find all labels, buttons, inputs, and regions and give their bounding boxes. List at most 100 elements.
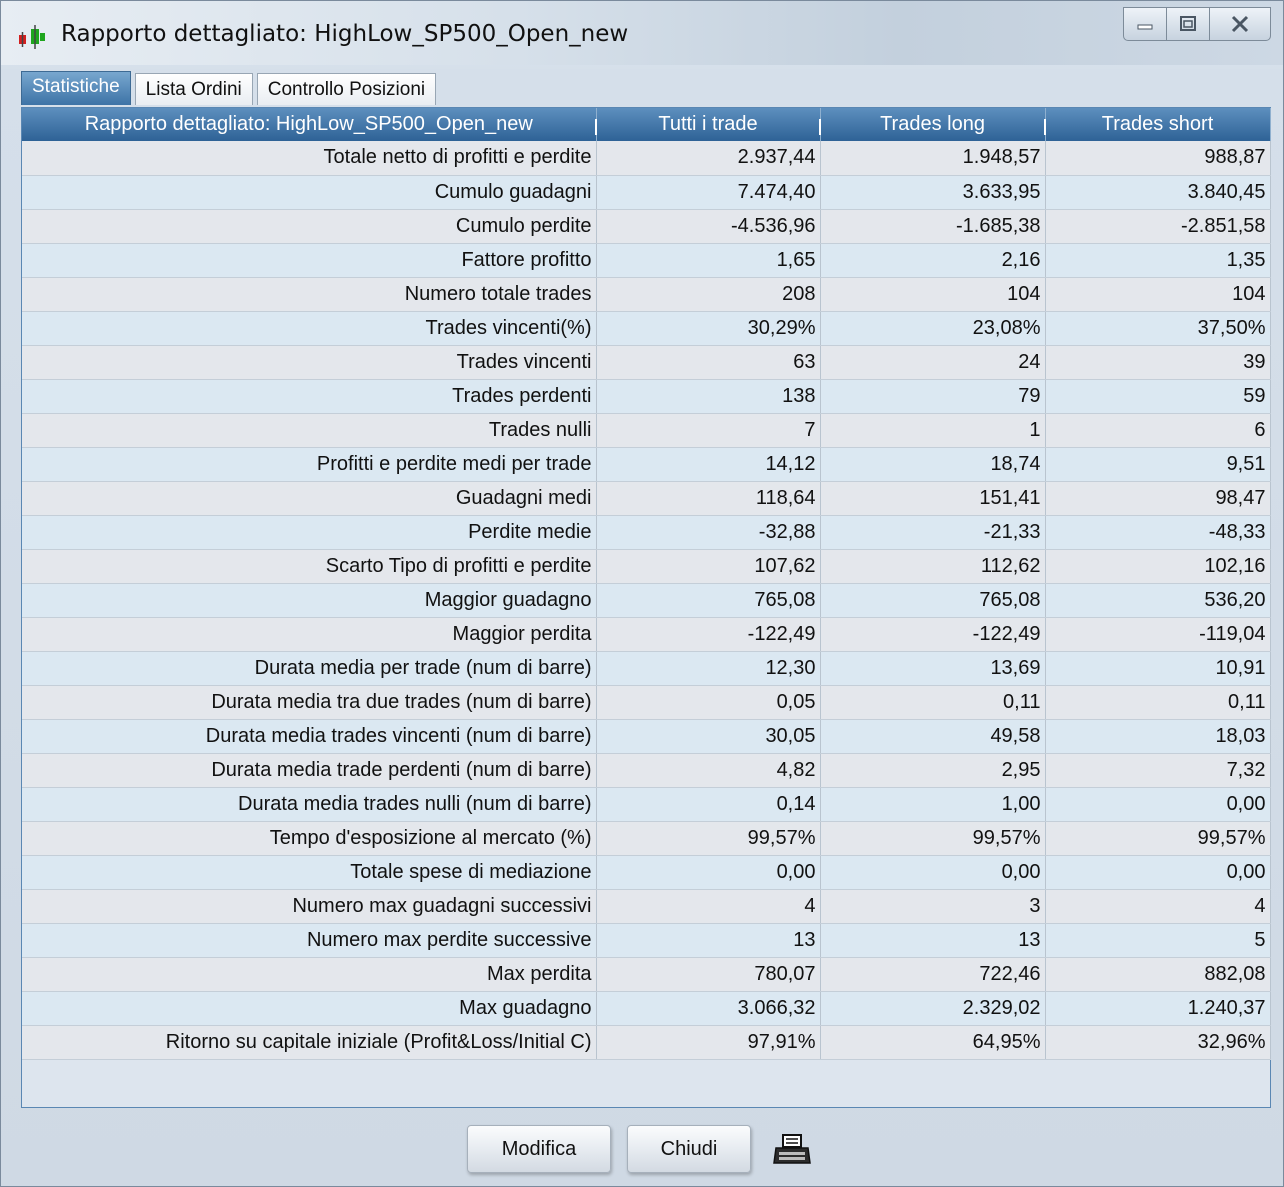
- row-value: 7.474,40: [596, 175, 821, 210]
- row-value: 97,91%: [596, 1025, 821, 1060]
- table-row[interactable]: Durata media trades vincenti (num di bar…: [22, 719, 1271, 754]
- row-value: 98,47: [1045, 481, 1271, 516]
- column-header-all-trades[interactable]: Tutti i trade: [596, 108, 822, 141]
- row-value: -1.685,38: [820, 209, 1046, 244]
- row-value: 151,41: [820, 481, 1046, 516]
- table-row[interactable]: Totale spese di mediazione 0,00 0,00 0,00: [22, 855, 1271, 890]
- row-value: -48,33: [1045, 515, 1271, 550]
- tab-statistiche[interactable]: Statistiche: [21, 71, 131, 105]
- row-label: Trades vincenti(%): [22, 311, 597, 346]
- table-row[interactable]: Scarto Tipo di profitti e perdite 107,62 1…: [22, 549, 1271, 584]
- row-value: 5: [1045, 923, 1271, 958]
- close-button[interactable]: [1209, 7, 1271, 41]
- table-row[interactable]: Totale netto di profitti e perdite 2.937,…: [22, 141, 1271, 176]
- row-value: 12,30: [596, 651, 821, 686]
- row-value: 79: [820, 379, 1046, 414]
- table-row[interactable]: Cumulo guadagni 7.474,40 3.633,95 3.840,45: [22, 175, 1271, 210]
- table-row[interactable]: Numero max guadagni successivi 4 3 4: [22, 889, 1271, 924]
- row-value: 112,62: [820, 549, 1046, 584]
- row-value: 23,08%: [820, 311, 1046, 346]
- column-header-long-trades[interactable]: Trades long: [820, 108, 1047, 141]
- tab-controllo-posizioni[interactable]: Controllo Posizioni: [256, 73, 437, 105]
- row-value: 99,57%: [820, 821, 1046, 856]
- minimize-button[interactable]: [1123, 7, 1167, 41]
- row-value: 9,51: [1045, 447, 1271, 482]
- row-label: Max perdita: [22, 957, 597, 992]
- table-row[interactable]: Durata media trade perdenti (num di barr…: [22, 753, 1271, 788]
- tab-lista-ordini[interactable]: Lista Ordini: [134, 73, 253, 105]
- table-row[interactable]: Trades nulli 7 1 6: [22, 413, 1271, 448]
- window-controls: [1123, 7, 1271, 41]
- printer-icon[interactable]: [773, 1133, 813, 1167]
- row-value: 0,00: [1045, 787, 1271, 822]
- row-label: Durata media trade perdenti (num di barr…: [22, 753, 597, 788]
- row-label: Maggior guadagno: [22, 583, 597, 618]
- row-value: 13,69: [820, 651, 1046, 686]
- table-row[interactable]: Fattore profitto 1,65 2,16 1,35: [22, 243, 1271, 278]
- statistics-table: Rapporto dettagliato: HighLow_SP500_Open…: [22, 108, 1271, 1060]
- row-value: 2,95: [820, 753, 1046, 788]
- table-row[interactable]: Max perdita 780,07 722,46 882,08: [22, 957, 1271, 992]
- column-header-metric[interactable]: Rapporto dettagliato: HighLow_SP500_Open…: [22, 108, 598, 141]
- row-value: 107,62: [596, 549, 821, 584]
- table-row[interactable]: Trades vincenti 63 24 39: [22, 345, 1271, 380]
- row-label: Cumulo perdite: [22, 209, 597, 244]
- row-value: 64,95%: [820, 1025, 1046, 1060]
- row-value: 0,11: [1045, 685, 1271, 720]
- row-value: 99,57%: [596, 821, 821, 856]
- row-value: 1,35: [1045, 243, 1271, 278]
- maximize-button[interactable]: [1166, 7, 1210, 41]
- row-value: 138: [596, 379, 821, 414]
- row-value: 1.948,57: [820, 141, 1046, 176]
- modifica-button[interactable]: Modifica: [467, 1125, 611, 1173]
- row-value: 37,50%: [1045, 311, 1271, 346]
- table-row[interactable]: Perdite medie -32,88 -21,33 -48,33: [22, 515, 1271, 550]
- row-value: 30,05: [596, 719, 821, 754]
- row-label: Ritorno su capitale iniziale (Profit&Los…: [22, 1025, 597, 1060]
- chiudi-button[interactable]: Chiudi: [627, 1125, 751, 1173]
- table-row[interactable]: Max guadagno 3.066,32 2.329,02 1.240,37: [22, 991, 1271, 1026]
- table-row[interactable]: Profitti e perdite medi per trade 14,12 18…: [22, 447, 1271, 482]
- row-value: 2,16: [820, 243, 1046, 278]
- row-value: 14,12: [596, 447, 821, 482]
- table-row[interactable]: Ritorno su capitale iniziale (Profit&Los…: [22, 1025, 1271, 1060]
- row-value: 6: [1045, 413, 1271, 448]
- table-row[interactable]: Numero max perdite successive 13 13 5: [22, 923, 1271, 958]
- row-value: 39: [1045, 345, 1271, 380]
- row-label: Numero max guadagni successivi: [22, 889, 597, 924]
- row-value: 63: [596, 345, 821, 380]
- row-value: 208: [596, 277, 821, 312]
- table-row[interactable]: Maggior guadagno 765,08 765,08 536,20: [22, 583, 1271, 618]
- table-row[interactable]: Cumulo perdite -4.536,96 -1.685,38 -2.851,5…: [22, 209, 1271, 244]
- row-value: 0,05: [596, 685, 821, 720]
- table-row[interactable]: Durata media trades nulli (num di barre)…: [22, 787, 1271, 822]
- row-value: 118,64: [596, 481, 821, 516]
- table-row[interactable]: Guadagni medi 118,64 151,41 98,47: [22, 481, 1271, 516]
- row-value: 3.840,45: [1045, 175, 1271, 210]
- row-value: 10,91: [1045, 651, 1271, 686]
- row-label: Cumulo guadagni: [22, 175, 597, 210]
- row-value: 104: [820, 277, 1046, 312]
- row-label: Totale netto di profitti e perdite: [22, 141, 597, 176]
- table-row[interactable]: Durata media tra due trades (num di barr…: [22, 685, 1271, 720]
- row-label: Max guadagno: [22, 991, 597, 1026]
- table-row[interactable]: Trades vincenti(%) 30,29% 23,08% 37,50%: [22, 311, 1271, 346]
- row-value: 2.329,02: [820, 991, 1046, 1026]
- close-icon: [1231, 15, 1249, 33]
- title-bar[interactable]: Rapporto dettagliato: HighLow_SP500_Open…: [1, 1, 1283, 65]
- table-row[interactable]: Trades perdenti 138 79 59: [22, 379, 1271, 414]
- row-value: 24: [820, 345, 1046, 380]
- maximize-icon: [1180, 16, 1196, 31]
- row-value: 49,58: [820, 719, 1046, 754]
- row-value: -122,49: [820, 617, 1046, 652]
- row-label: Durata media trades nulli (num di barre): [22, 787, 597, 822]
- row-value: 780,07: [596, 957, 821, 992]
- row-label: Numero max perdite successive: [22, 923, 597, 958]
- table-row[interactable]: Durata media per trade (num di barre) 12,…: [22, 651, 1271, 686]
- row-value: 104: [1045, 277, 1271, 312]
- table-row[interactable]: Maggior perdita -122,49 -122,49 -119,04: [22, 617, 1271, 652]
- table-row[interactable]: Numero totale trades 208 104 104: [22, 277, 1271, 312]
- table-row[interactable]: Tempo d'esposizione al mercato (%) 99,57%…: [22, 821, 1271, 856]
- column-header-short-trades[interactable]: Trades short: [1045, 108, 1271, 141]
- row-label: Scarto Tipo di profitti e perdite: [22, 549, 597, 584]
